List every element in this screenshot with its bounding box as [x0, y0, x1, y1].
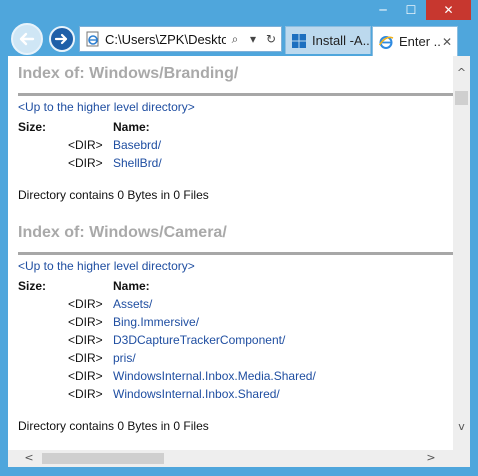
address-bar[interactable]: C:\Users\ZPK\Desktop ⌕ ▾ ↻ [79, 26, 282, 52]
tab-label: Install -A... [312, 33, 370, 48]
horizontal-scrollbar[interactable]: < > [8, 450, 453, 467]
tab-label: Enter ... [399, 34, 440, 49]
list-item: <DIR> WindowsInternal.Inbox.Media.Shared… [18, 367, 443, 385]
close-button[interactable]: ✕ [426, 0, 471, 20]
tab-enter[interactable]: Enter ... ✕ [372, 26, 458, 56]
directory-title: Index of: Windows/Branding/ [18, 65, 239, 82]
dropdown-icon[interactable]: ▾ [244, 32, 262, 46]
up-directory-link[interactable]: <Up to the higher level directory> [18, 100, 443, 114]
entry-link[interactable]: WindowsInternal.Inbox.Shared/ [113, 387, 280, 401]
refresh-icon[interactable]: ↻ [262, 32, 280, 46]
divider [18, 252, 453, 255]
tab-close-icon[interactable]: ✕ [440, 35, 454, 49]
horizontal-scroll-thumb[interactable] [42, 453, 164, 464]
entry-size: <DIR> [68, 387, 103, 401]
up-directory-link[interactable]: <Up to the higher level directory> [18, 259, 443, 273]
entry-link[interactable]: pris/ [113, 351, 136, 365]
vertical-scrollbar[interactable]: ^ v [453, 56, 470, 467]
scroll-up-icon[interactable]: ^ [453, 66, 470, 82]
listing-header: Size: Name: [18, 118, 443, 136]
ie-icon [378, 35, 394, 49]
entry-link[interactable]: Basebrd/ [113, 138, 161, 152]
vertical-scroll-thumb[interactable] [455, 91, 468, 105]
maximize-button[interactable]: ☐ [397, 0, 425, 20]
forward-arrow-icon [54, 33, 68, 45]
list-item: <DIR> D3DCaptureTrackerComponent/ [18, 331, 443, 349]
list-item: <DIR> pris/ [18, 349, 443, 367]
directory-section: Index of: Windows/Branding/ <Up to the h… [18, 65, 453, 202]
entry-size: <DIR> [68, 369, 103, 383]
entry-link[interactable]: D3DCaptureTrackerComponent/ [113, 333, 285, 347]
entry-link[interactable]: ShellBrd/ [113, 156, 162, 170]
list-item: <DIR> Bing.Immersive/ [18, 313, 443, 331]
entry-link[interactable]: WindowsInternal.Inbox.Media.Shared/ [113, 369, 316, 383]
entry-size: <DIR> [68, 297, 103, 311]
list-item: <DIR> Basebrd/ [18, 136, 443, 154]
size-header: Size: [18, 279, 47, 293]
list-item: <DIR> WindowsInternal.Inbox.Shared/ [18, 385, 443, 403]
name-header: Name: [113, 120, 150, 134]
entry-size: <DIR> [68, 351, 103, 365]
search-icon[interactable]: ⌕ [226, 32, 244, 47]
back-button[interactable] [11, 23, 43, 55]
divider [18, 93, 453, 96]
scroll-right-icon[interactable]: > [424, 451, 438, 466]
entry-link[interactable]: Assets/ [113, 297, 152, 311]
name-header: Name: [113, 279, 150, 293]
directory-summary: Directory contains 0 Bytes in 0 Files [18, 419, 209, 433]
scroll-left-icon[interactable]: < [22, 451, 36, 466]
minimize-button[interactable]: ─ [369, 0, 397, 20]
directory-section: Index of: Windows/Camera/ <Up to the hig… [18, 224, 453, 433]
scroll-down-icon[interactable]: v [453, 420, 470, 436]
tab-install[interactable]: Install -A... [285, 26, 371, 54]
directory-summary: Directory contains 0 Bytes in 0 Files [18, 188, 209, 202]
address-url[interactable]: C:\Users\ZPK\Desktop [105, 32, 226, 47]
entry-link[interactable]: Bing.Immersive/ [113, 315, 199, 329]
list-item: <DIR> ShellBrd/ [18, 154, 443, 172]
listing-header: Size: Name: [18, 277, 443, 295]
directory-title: Index of: Windows/Camera/ [18, 224, 227, 241]
entry-size: <DIR> [68, 156, 103, 170]
back-arrow-icon [19, 32, 35, 46]
entry-size: <DIR> [68, 315, 103, 329]
entry-size: <DIR> [68, 138, 103, 152]
forward-button[interactable] [49, 26, 75, 52]
windows-logo-icon [292, 33, 306, 48]
page-content: Index of: Windows/Branding/ <Up to the h… [8, 56, 453, 467]
entry-size: <DIR> [68, 333, 103, 347]
scrollbar-corner [453, 450, 470, 467]
list-item: <DIR> Assets/ [18, 295, 443, 313]
size-header: Size: [18, 120, 47, 134]
ie-page-icon [86, 31, 99, 47]
